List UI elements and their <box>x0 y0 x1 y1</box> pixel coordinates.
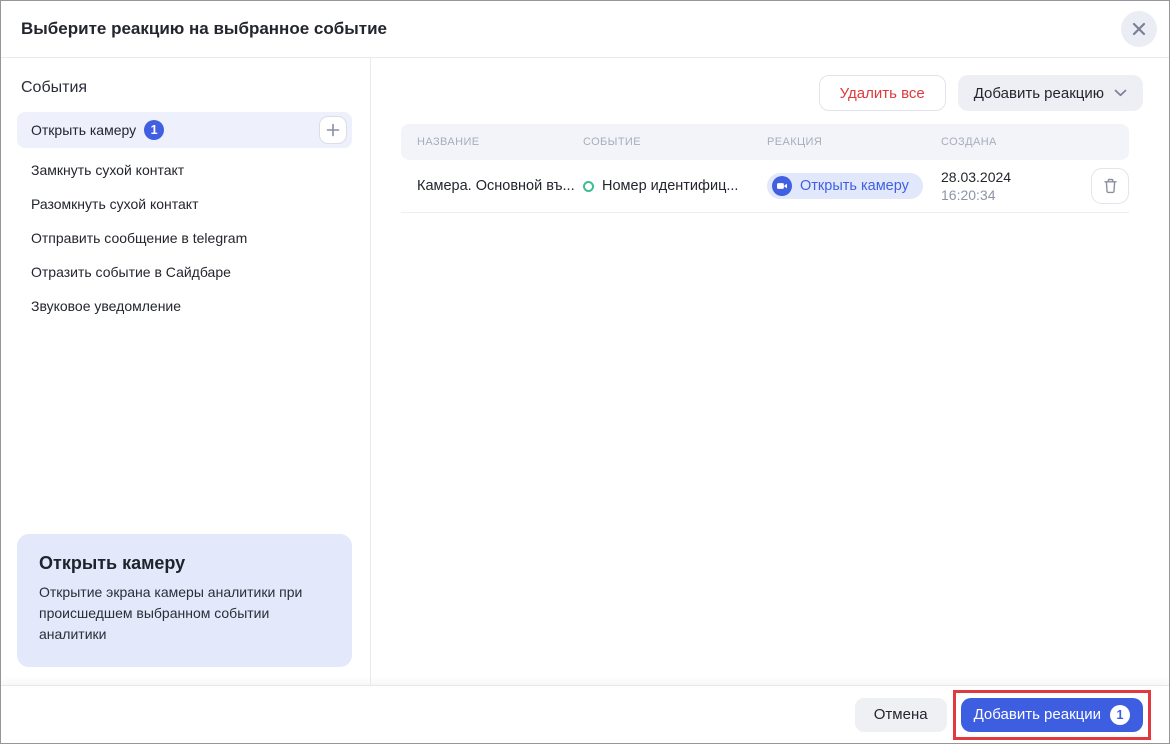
event-label: Номер идентифиц... <box>602 178 738 194</box>
delete-all-button[interactable]: Удалить все <box>819 75 946 111</box>
sidebar-item-sound-notification[interactable]: Звуковое уведомление <box>17 289 352 323</box>
reaction-dialog: Выберите реакцию на выбранное событие Со… <box>0 0 1170 744</box>
sidebar-item-open-dry-contact[interactable]: Разомкнуть сухой контакт <box>17 187 352 221</box>
created-time: 16:20:34 <box>941 186 1077 204</box>
close-button[interactable] <box>1121 11 1157 47</box>
sidebar-item-telegram-message[interactable]: Отправить сообщение в telegram <box>17 221 352 255</box>
cell-created: 28.03.2024 16:20:34 <box>941 168 1077 204</box>
sidebar-item-sidebar-event[interactable]: Отразить событие в Сайдбаре <box>17 255 352 289</box>
cell-event: Номер идентифиц... <box>583 178 767 194</box>
reaction-count-badge: 1 <box>144 120 164 140</box>
submit-button[interactable]: Добавить реакции 1 <box>961 698 1143 732</box>
plus-icon <box>326 123 340 137</box>
table-row: Камера. Основной въ... Номер идентифиц..… <box>401 160 1129 213</box>
reaction-info-box: Открыть камеру Открытие экрана камеры ан… <box>17 534 352 667</box>
event-status-icon <box>583 181 594 192</box>
column-header-reaction: РЕАКЦИЯ <box>767 136 941 148</box>
cancel-button[interactable]: Отмена <box>855 698 947 732</box>
dialog-title: Выберите реакцию на выбранное событие <box>21 19 387 39</box>
column-header-name: НАЗВАНИЕ <box>401 136 583 148</box>
table-header-row: НАЗВАНИЕ СОБЫТИЕ РЕАКЦИЯ СОЗДАНА <box>401 124 1129 160</box>
sidebar-heading: События <box>21 79 352 97</box>
reactions-table: НАЗВАНИЕ СОБЫТИЕ РЕАКЦИЯ СОЗДАНА Камера.… <box>401 124 1129 213</box>
submit-count-badge: 1 <box>1110 705 1130 725</box>
chevron-down-icon <box>1114 89 1127 97</box>
table-actions-row: Удалить все Добавить реакцию <box>401 75 1143 111</box>
add-reaction-dropdown[interactable]: Добавить реакцию <box>958 75 1143 111</box>
add-reaction-to-event-button[interactable] <box>319 116 347 144</box>
cell-name: Камера. Основной въ... <box>401 178 583 194</box>
column-header-created: СОЗДАНА <box>941 136 1077 148</box>
submit-button-label: Добавить реакции <box>974 706 1101 723</box>
column-header-event: СОБЫТИЕ <box>583 136 767 148</box>
camera-icon <box>772 176 792 196</box>
cell-reaction: Открыть камеру <box>767 173 941 199</box>
add-reaction-dropdown-label: Добавить реакцию <box>974 85 1104 102</box>
highlight-annotation: Добавить реакции 1 <box>953 690 1151 740</box>
sidebar-item-label: Открыть камеру <box>31 122 136 138</box>
delete-row-button[interactable] <box>1091 168 1129 204</box>
sidebar-item-open-camera[interactable]: Открыть камеру 1 <box>17 112 352 148</box>
dialog-footer: Отмена Добавить реакции 1 <box>1 685 1169 743</box>
created-date: 28.03.2024 <box>941 168 1077 186</box>
dialog-header: Выберите реакцию на выбранное событие <box>1 1 1169 58</box>
reaction-label: Открыть камеру <box>800 178 909 194</box>
info-box-description: Открытие экрана камеры аналитики при про… <box>39 582 324 645</box>
trash-icon <box>1103 178 1118 194</box>
reaction-badge: Открыть камеру <box>767 173 923 199</box>
main-content: Удалить все Добавить реакцию НАЗВАНИЕ СО… <box>371 58 1169 685</box>
dialog-body: События Открыть камеру 1 Замкнуть сухой … <box>1 58 1169 685</box>
sidebar-item-close-dry-contact[interactable]: Замкнуть сухой контакт <box>17 153 352 187</box>
info-box-title: Открыть камеру <box>39 553 330 574</box>
close-icon <box>1132 22 1146 36</box>
events-sidebar: События Открыть камеру 1 Замкнуть сухой … <box>1 58 371 685</box>
